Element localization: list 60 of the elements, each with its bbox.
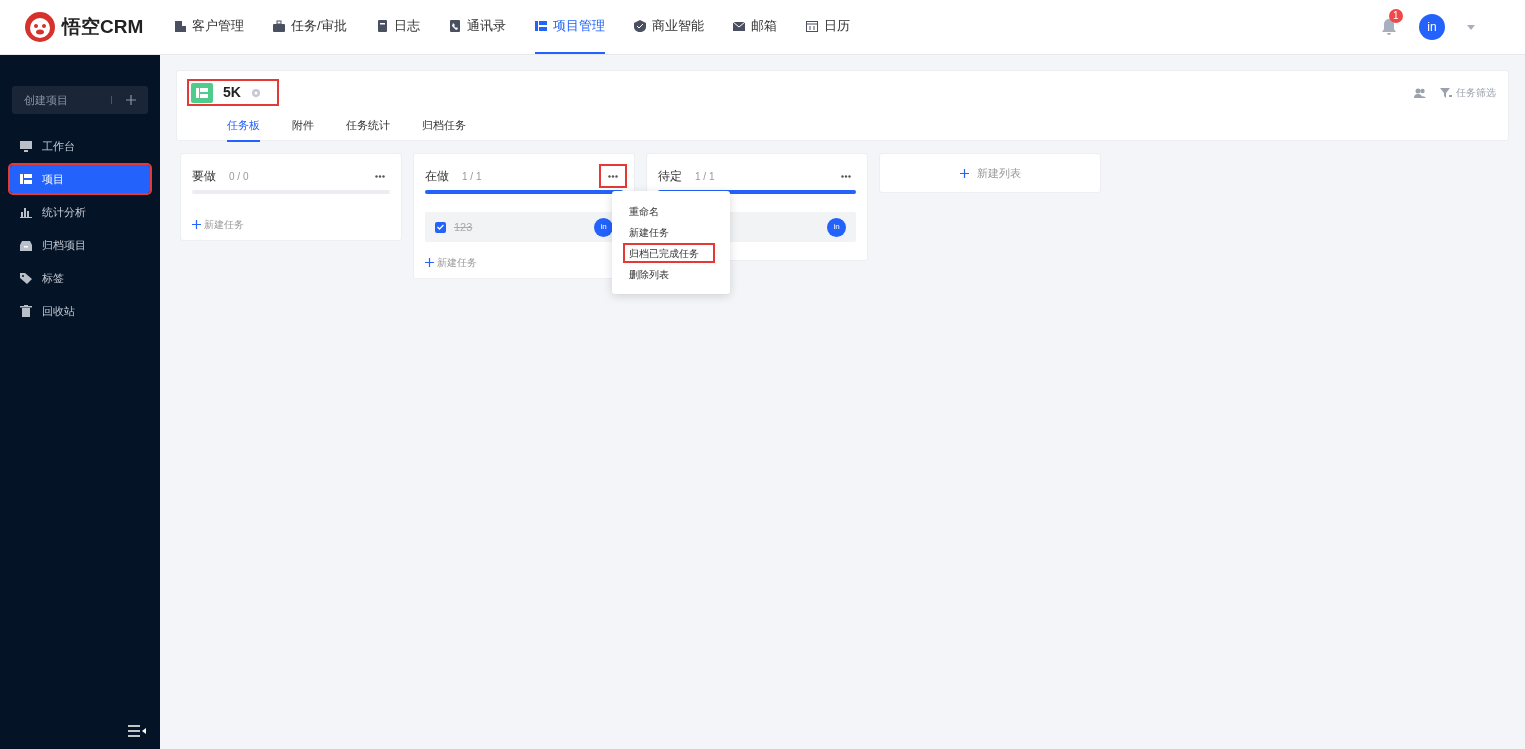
plus-icon bbox=[425, 257, 434, 267]
project-tab[interactable]: 附件 bbox=[292, 117, 314, 142]
nav-tab[interactable]: 日志 bbox=[375, 0, 420, 54]
nav-tab[interactable]: 通讯录 bbox=[448, 0, 506, 54]
create-project-button[interactable]: 创建项目 bbox=[12, 86, 148, 114]
nav-tab[interactable]: 项目管理 bbox=[534, 0, 605, 54]
user-avatar: in bbox=[827, 217, 846, 237]
notebook-icon bbox=[375, 20, 388, 32]
task-count: 1 / 1 bbox=[462, 169, 482, 184]
project-tab[interactable]: 归档任务 bbox=[422, 117, 466, 142]
nav-tab[interactable]: 客户管理 bbox=[174, 0, 244, 54]
checkbox[interactable] bbox=[435, 221, 446, 233]
more-icon[interactable] bbox=[599, 164, 627, 188]
collapse-menu-icon[interactable] bbox=[128, 725, 146, 737]
sidebar-item[interactable]: 统计分析 bbox=[10, 198, 150, 226]
board-icon bbox=[534, 20, 547, 32]
task-count: 0 / 0 bbox=[229, 169, 249, 184]
calendar-icon bbox=[805, 20, 818, 32]
task-count: 1 / 1 bbox=[695, 169, 715, 184]
board-icon bbox=[191, 82, 213, 103]
plus-icon bbox=[192, 219, 201, 229]
monkey-logo-icon bbox=[24, 11, 56, 43]
notification-badge: 1 bbox=[1389, 9, 1403, 23]
project-tab[interactable]: 任务统计 bbox=[346, 117, 390, 142]
plus-icon bbox=[959, 168, 969, 178]
user-avatar[interactable]: in bbox=[1419, 14, 1445, 40]
column-title: 要做 bbox=[192, 168, 216, 185]
plus-icon[interactable] bbox=[126, 95, 136, 105]
sidebar-item[interactable]: 归档项目 bbox=[10, 231, 150, 259]
project-name: 5K bbox=[223, 83, 241, 102]
nav-tab[interactable]: 任务/审批 bbox=[273, 0, 347, 54]
nav-tab[interactable]: 商业智能 bbox=[633, 0, 704, 54]
sidebar-item[interactable]: 回收站 bbox=[10, 297, 150, 325]
nav-tab[interactable]: 日历 bbox=[805, 0, 850, 54]
caret-icon[interactable] bbox=[1467, 24, 1475, 30]
column-title: 待定 bbox=[658, 168, 682, 185]
board-icon bbox=[20, 173, 32, 185]
column-title: 在做 bbox=[425, 168, 449, 185]
notification-bell-icon[interactable] bbox=[1381, 18, 1397, 36]
nav-tab[interactable]: 邮箱 bbox=[732, 0, 777, 54]
shield-icon bbox=[633, 20, 646, 32]
mail-icon bbox=[732, 20, 745, 32]
box-icon bbox=[20, 239, 32, 251]
tag-icon bbox=[20, 272, 32, 284]
sidebar-item[interactable]: 工作台 bbox=[10, 132, 150, 160]
menu-item[interactable]: 归档已完成任务 bbox=[623, 243, 715, 263]
project-tab[interactable]: 任务板 bbox=[227, 117, 260, 142]
briefcase-icon bbox=[273, 20, 285, 32]
sidebar-item[interactable]: 项目 bbox=[10, 165, 150, 193]
menu-item[interactable]: 删除列表 bbox=[623, 264, 715, 284]
task-title: 123 bbox=[454, 219, 473, 235]
members-icon[interactable] bbox=[1414, 87, 1426, 98]
sidebar-item[interactable]: 标签 bbox=[10, 264, 150, 292]
trash-icon bbox=[20, 305, 32, 317]
logo-text: 悟空CRM bbox=[62, 14, 144, 39]
phone-book-icon bbox=[448, 20, 461, 32]
monitor-icon bbox=[20, 140, 32, 152]
filter-icon bbox=[1440, 87, 1452, 98]
building-icon bbox=[174, 20, 186, 32]
bar-chart-icon bbox=[20, 206, 32, 218]
